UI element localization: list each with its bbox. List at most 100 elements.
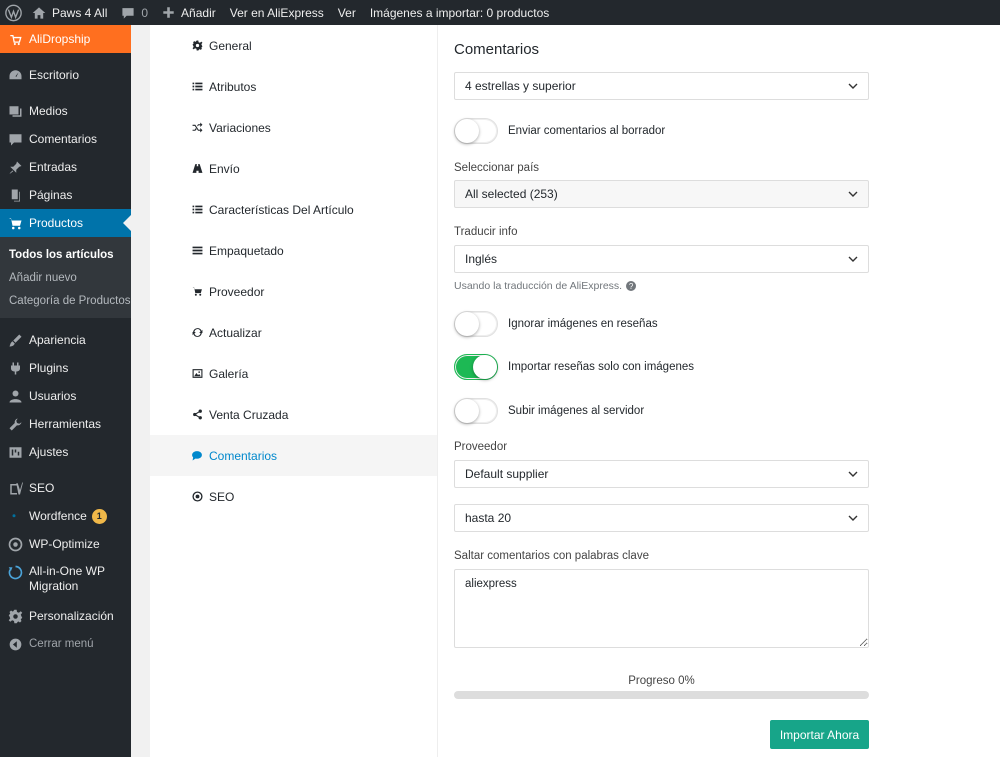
- chevron-down-icon: [848, 515, 858, 521]
- toggle-knob: [473, 355, 497, 379]
- translate-select-value: Inglés: [465, 252, 498, 266]
- tab-comments[interactable]: Comentarios: [150, 435, 437, 476]
- cart-icon: [191, 286, 203, 298]
- only-images-label: Importar reseñas solo con imágenes: [508, 361, 695, 373]
- comment-icon: [191, 450, 203, 462]
- tab-label: Empaquetado: [209, 243, 284, 258]
- tab-label: Galería: [209, 366, 249, 381]
- tab-update[interactable]: Actualizar: [150, 312, 437, 353]
- upload-images-label: Subir imágenes al servidor: [508, 405, 645, 417]
- site-name: Paws 4 All: [52, 5, 108, 20]
- sidebar-item-appearance[interactable]: Apariencia: [0, 326, 131, 354]
- tab-label: Variaciones: [209, 120, 271, 135]
- rating-select[interactable]: 4 estrellas y superior: [454, 72, 869, 100]
- sidebar-item-alidropship[interactable]: AliDropship: [0, 25, 131, 53]
- tab-general[interactable]: General: [150, 25, 437, 66]
- sidebar-item-wordfence[interactable]: Wordfence 1: [0, 502, 131, 530]
- gear-icon: [191, 40, 203, 52]
- pages-icon: [7, 187, 23, 203]
- tab-variations[interactable]: Variaciones: [150, 107, 437, 148]
- comments-count: 0: [141, 5, 149, 20]
- media-icon: [7, 103, 23, 119]
- supplier-select[interactable]: Default supplier: [454, 460, 869, 488]
- tab-label: SEO: [209, 489, 235, 504]
- only-images-toggle[interactable]: [454, 354, 498, 380]
- comment-icon: [7, 131, 23, 147]
- tab-gallery[interactable]: Galería: [150, 353, 437, 394]
- sidebar-item-label: Comentarios: [29, 132, 98, 146]
- view-link[interactable]: Ver: [331, 0, 363, 25]
- submenu-item-categories[interactable]: Categoría de Productos: [0, 289, 131, 312]
- sidebar-item-label: SEO: [29, 481, 55, 495]
- tab-label: Proveedor: [209, 284, 265, 299]
- translate-select[interactable]: Inglés: [454, 245, 869, 273]
- sidebar-item-users[interactable]: Usuarios: [0, 382, 131, 410]
- sidebar-item-tools[interactable]: Herramientas: [0, 410, 131, 438]
- chevron-down-icon: [848, 256, 858, 262]
- settings-tabs: General Atributos Variaciones Envío Cara…: [150, 25, 438, 757]
- sidebar-item-dashboard[interactable]: Escritorio: [0, 61, 131, 89]
- bars-icon: [191, 245, 203, 257]
- sidebar-item-label: WP-Optimize: [29, 537, 100, 551]
- sidebar-item-label: Usuarios: [29, 389, 77, 403]
- sidebar-item-label: Medios: [29, 104, 68, 118]
- tab-seo[interactable]: SEO: [150, 476, 437, 517]
- sidebar-item-wp-optimize[interactable]: WP-Optimize: [0, 530, 131, 558]
- sidebar-item-products[interactable]: Productos: [0, 209, 131, 237]
- tab-supplier[interactable]: Proveedor: [150, 271, 437, 312]
- yoast-icon: [7, 480, 23, 496]
- tab-cross-sell[interactable]: Venta Cruzada: [150, 394, 437, 435]
- site-name-link[interactable]: Paws 4 All: [25, 0, 114, 25]
- submenu-item-all-products[interactable]: Todos los artículos: [0, 243, 131, 266]
- ignore-images-row: Ignorar imágenes en reseñas: [454, 311, 658, 337]
- list-icon: [191, 81, 203, 93]
- tab-label: Comentarios: [209, 448, 278, 463]
- wordpress-logo-icon[interactable]: [0, 0, 25, 25]
- tab-label: Características Del Artículo: [209, 202, 354, 217]
- tab-item-features[interactable]: Características Del Artículo: [150, 189, 437, 230]
- collapse-arrow-icon: [7, 636, 23, 652]
- limit-select[interactable]: hasta 20: [454, 504, 869, 532]
- tab-packaging[interactable]: Empaquetado: [150, 230, 437, 271]
- import-now-button[interactable]: Importar Ahora: [770, 720, 869, 749]
- share-icon: [191, 409, 203, 421]
- sidebar-item-plugins[interactable]: Plugins: [0, 354, 131, 382]
- toggle-knob: [455, 399, 479, 423]
- ignore-images-label: Ignorar imágenes en reseñas: [508, 318, 658, 330]
- products-submenu: Todos los artículos Añadir nuevo Categor…: [0, 237, 131, 318]
- import-status[interactable]: Imágenes a importar: 0 productos: [363, 0, 556, 25]
- sidebar-item-media[interactable]: Medios: [0, 97, 131, 125]
- admin-sidebar: AliDropship Escritorio Medios Comentario…: [0, 25, 131, 757]
- comments-link[interactable]: 0: [114, 0, 155, 25]
- road-icon: [191, 163, 203, 175]
- sidebar-item-comments[interactable]: Comentarios: [0, 125, 131, 153]
- tab-label: Envío: [209, 161, 240, 176]
- tab-attributes[interactable]: Atributos: [150, 66, 437, 107]
- sidebar-item-label: All-in-One WP Migration: [29, 564, 105, 593]
- sidebar-item-customization[interactable]: Personalización: [0, 602, 131, 630]
- sidebar-item-label: Plugins: [29, 361, 69, 375]
- add-new-label: Añadir: [181, 5, 216, 20]
- send-draft-toggle[interactable]: [454, 118, 498, 144]
- country-select[interactable]: All selected (253): [454, 180, 869, 208]
- settings-panel: General Atributos Variaciones Envío Cara…: [150, 25, 1000, 757]
- sidebar-item-pages[interactable]: Páginas: [0, 181, 131, 209]
- sidebar-item-posts[interactable]: Entradas: [0, 153, 131, 181]
- sidebar-item-seo[interactable]: SEO: [0, 474, 131, 502]
- translate-hint-text: Usando la traducción de AliExpress.: [454, 280, 623, 292]
- skip-keywords-textarea[interactable]: aliexpress: [454, 569, 869, 648]
- upload-images-toggle[interactable]: [454, 398, 498, 424]
- submenu-item-add-new[interactable]: Añadir nuevo: [0, 266, 131, 289]
- ignore-images-toggle[interactable]: [454, 311, 498, 337]
- view-aliexpress-link[interactable]: Ver en AliExpress: [223, 0, 331, 25]
- collapse-menu-button[interactable]: Cerrar menú: [0, 630, 131, 658]
- toggle-knob: [455, 312, 479, 336]
- collapse-menu-label: Cerrar menú: [29, 638, 94, 650]
- sidebar-item-settings[interactable]: Ajustes: [0, 438, 131, 466]
- help-icon[interactable]: ?: [626, 281, 637, 291]
- sidebar-item-migration[interactable]: All-in-One WP Migration: [0, 558, 131, 602]
- translate-label: Traducir info: [454, 226, 518, 238]
- pin-icon: [7, 159, 23, 175]
- tab-shipping[interactable]: Envío: [150, 148, 437, 189]
- add-new-link[interactable]: Añadir: [155, 0, 223, 25]
